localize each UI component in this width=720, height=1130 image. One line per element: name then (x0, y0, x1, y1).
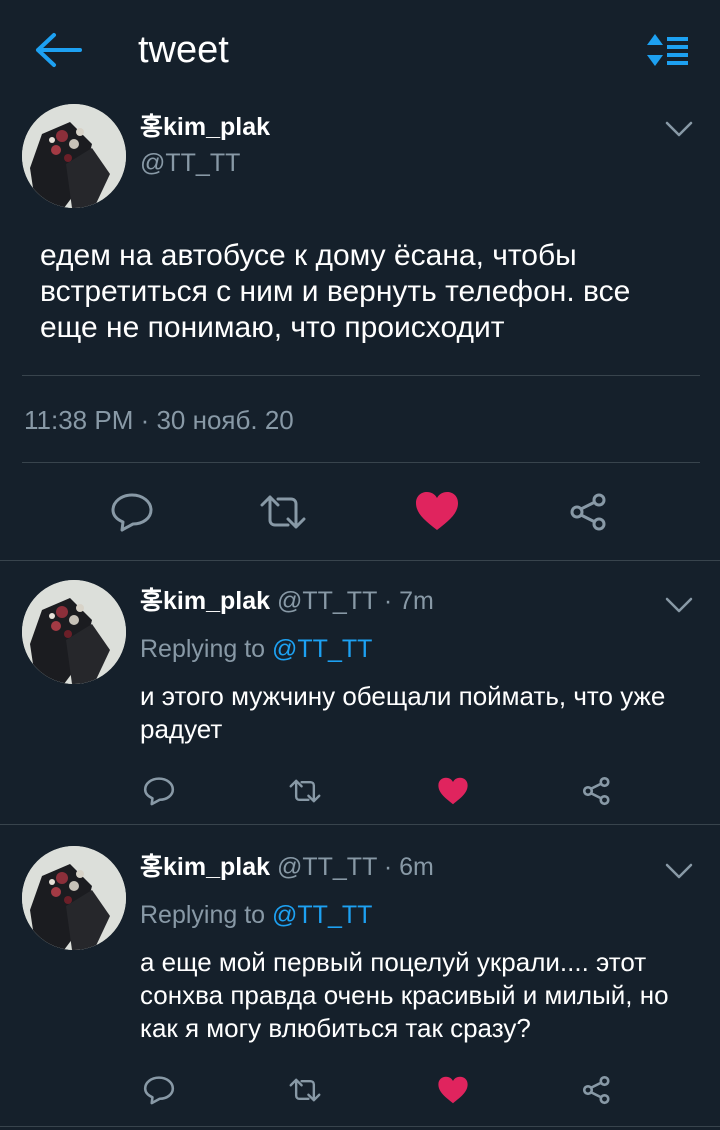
divider (0, 1126, 720, 1127)
avatar[interactable] (22, 580, 126, 684)
chevron-down-icon[interactable] (664, 596, 694, 614)
replying-to: Replying to @TT_TT (140, 900, 372, 930)
avatar[interactable] (22, 846, 126, 950)
display-name-text: 홍kim_plak (140, 853, 271, 881)
divider (0, 824, 720, 825)
page-title: tweet (138, 29, 229, 71)
divider (22, 462, 700, 463)
share-icon[interactable] (581, 776, 613, 806)
reply-icon[interactable] (143, 776, 175, 806)
reply-icon[interactable] (143, 1075, 175, 1105)
display-name-text: 홍kim_plak (140, 587, 271, 615)
bouquet-image (22, 104, 126, 208)
chevron-down-icon[interactable] (664, 862, 694, 880)
retweet-icon[interactable] (288, 1077, 322, 1103)
replying-to-label: Replying to (140, 901, 266, 929)
tweet-text: и этого мужчину обещали поймать, что уже… (140, 681, 666, 744)
arrow-left-icon[interactable] (34, 28, 84, 72)
display-name[interactable]: 홍kim_plak @TT_TT · 6m (140, 852, 434, 882)
retweet-icon[interactable] (288, 778, 322, 804)
reply-icon[interactable] (110, 492, 154, 532)
display-name[interactable]: 홍kim_plak @TT_TT · 7m (140, 586, 434, 616)
retweet-icon[interactable] (258, 494, 308, 530)
divider (0, 560, 720, 561)
mention-link[interactable]: @TT_TT (272, 635, 372, 663)
tweet-timestamp: 11:38 PM · 30 нояб. 20 (24, 405, 294, 435)
divider (22, 375, 700, 376)
like-icon[interactable] (437, 776, 469, 806)
tweet-text: едем на автобусе к дому ёсана, чтобы вст… (40, 239, 631, 344)
bouquet-image (22, 846, 126, 950)
avatar[interactable] (22, 104, 126, 208)
chevron-down-icon[interactable] (664, 120, 694, 138)
mention-link[interactable]: @TT_TT (272, 901, 372, 929)
display-name[interactable]: 홍kim_plak (140, 112, 270, 142)
bouquet-image (22, 580, 126, 684)
top-bar: tweet (0, 0, 720, 100)
replying-to: Replying to @TT_TT (140, 634, 372, 664)
tweet-text: а еще мой первый поцелуй украли.... этот… (140, 947, 669, 1043)
share-icon[interactable] (581, 1075, 613, 1105)
sort-lines-icon[interactable] (646, 30, 690, 70)
like-icon[interactable] (414, 490, 460, 532)
handle[interactable]: @TT_TT (140, 148, 240, 178)
like-icon[interactable] (437, 1075, 469, 1105)
handle-time: @TT_TT · 7m (276, 587, 434, 615)
handle-time: @TT_TT · 6m (276, 853, 434, 881)
share-icon[interactable] (568, 492, 610, 532)
replying-to-label: Replying to (140, 635, 266, 663)
